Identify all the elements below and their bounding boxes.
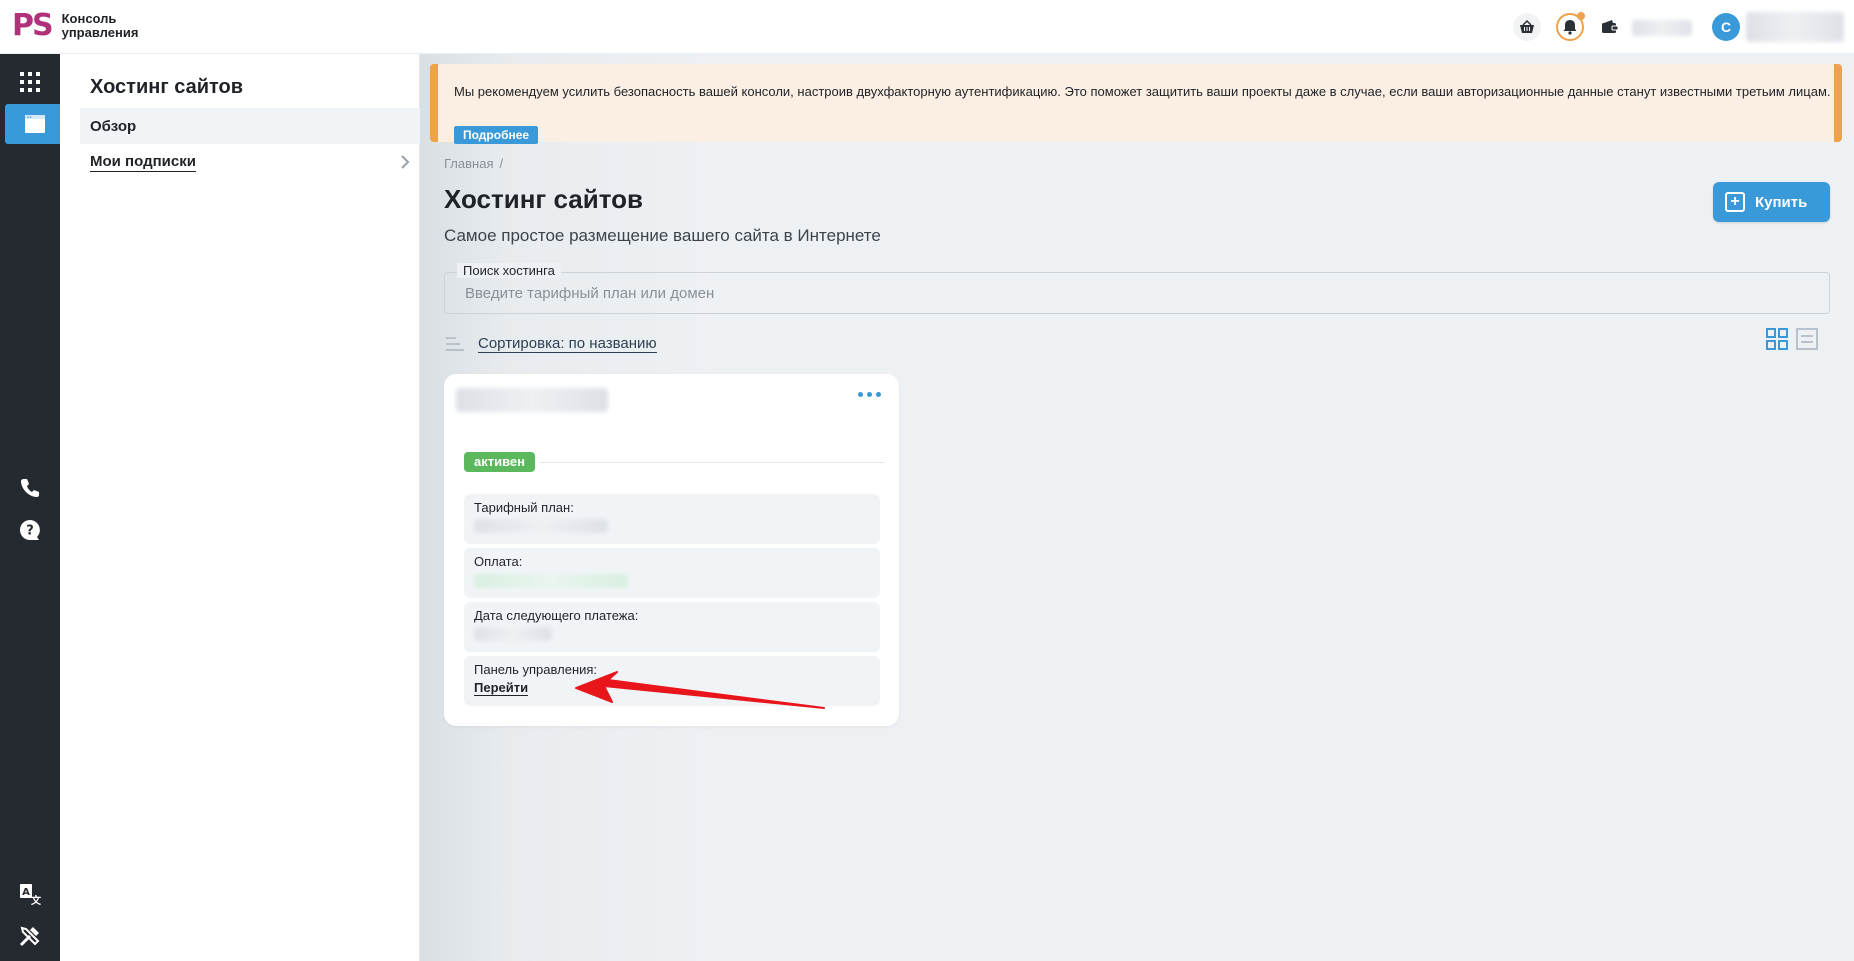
breadcrumb-separator: / bbox=[499, 156, 504, 171]
sidebar-item-overview[interactable]: Обзор bbox=[80, 108, 420, 144]
field-label: Тарифный план: bbox=[474, 500, 574, 515]
svg-text:A: A bbox=[22, 887, 30, 898]
search-input[interactable] bbox=[445, 273, 1829, 313]
logo-mark: PS bbox=[12, 8, 54, 43]
security-alert: Мы рекомендуем усилить безопасность ваше… bbox=[430, 64, 1842, 142]
sidebar-title: Хостинг сайтов bbox=[90, 76, 244, 98]
avatar[interactable]: С bbox=[1712, 13, 1740, 41]
icon-rail: ? A文 bbox=[0, 54, 65, 961]
tariff-plan-field: Тарифный план: bbox=[464, 494, 880, 544]
secondary-sidebar: Хостинг сайтов Обзор Мои подписки bbox=[60, 54, 420, 961]
alert-text: Мы рекомендуем усилить безопасность ваше… bbox=[454, 84, 1831, 99]
list-view-icon[interactable] bbox=[1796, 328, 1818, 355]
field-label: Дата следующего платежа: bbox=[474, 608, 639, 623]
more-options-icon[interactable] bbox=[858, 392, 881, 397]
logo-line-1: Консоль bbox=[61, 11, 117, 26]
sidebar-item-label: Обзор bbox=[90, 117, 137, 135]
goto-control-panel-link[interactable]: Перейти bbox=[474, 680, 529, 696]
hosting-card: активен Тарифный план: Оплата: Дата след… bbox=[444, 374, 899, 726]
basket-icon[interactable] bbox=[1513, 13, 1541, 41]
hosting-name-redacted[interactable] bbox=[456, 388, 608, 412]
wallet-icon[interactable] bbox=[1596, 13, 1624, 41]
breadcrumb: Главная / bbox=[444, 156, 503, 171]
logo-text: Консоль управления bbox=[62, 12, 139, 40]
buy-button-label: Купить bbox=[1755, 193, 1808, 211]
svg-text:文: 文 bbox=[31, 894, 41, 905]
more-info-button[interactable]: Подробнее bbox=[454, 126, 539, 144]
sort-label[interactable]: Сортировка: по названию bbox=[478, 335, 657, 353]
main-content: Мы рекомендуем усилить безопасность ваше… bbox=[420, 54, 1854, 961]
next-payment-value-redacted bbox=[474, 627, 552, 641]
notification-dot bbox=[1577, 12, 1585, 20]
phone-icon[interactable] bbox=[0, 468, 60, 508]
help-icon[interactable]: ? bbox=[0, 510, 60, 550]
tariff-plan-value-redacted bbox=[474, 519, 608, 533]
control-panel-field: Панель управления: Перейти bbox=[464, 656, 880, 706]
buy-button[interactable]: + Купить bbox=[1713, 182, 1830, 222]
sort-control[interactable]: Сортировка: по названию bbox=[444, 330, 657, 358]
translate-icon[interactable]: A文 bbox=[0, 874, 60, 914]
page-subtitle: Самое простое размещение вашего сайта в … bbox=[444, 226, 881, 245]
svg-text:?: ? bbox=[26, 524, 34, 539]
search-field: Поиск хостинга bbox=[444, 263, 1830, 314]
payment-value-redacted bbox=[474, 574, 628, 588]
divider bbox=[540, 462, 884, 463]
tools-icon[interactable] bbox=[0, 916, 60, 956]
hosting-window-icon[interactable] bbox=[5, 104, 65, 144]
sort-icon bbox=[446, 337, 464, 351]
balance-value-redacted bbox=[1632, 20, 1692, 36]
plus-icon: + bbox=[1725, 192, 1745, 212]
field-label: Панель управления: bbox=[474, 662, 598, 677]
payment-field: Оплата: bbox=[464, 548, 880, 598]
grid-view-icon[interactable] bbox=[1766, 328, 1788, 355]
field-label: Оплата: bbox=[474, 554, 523, 569]
bell-icon[interactable] bbox=[1556, 12, 1585, 41]
top-header: PS Консоль управления С bbox=[0, 0, 1854, 54]
account-name-redacted[interactable] bbox=[1746, 12, 1844, 42]
next-payment-field: Дата следующего платежа: bbox=[464, 602, 880, 652]
breadcrumb-home[interactable]: Главная bbox=[444, 156, 493, 171]
status-badge: активен bbox=[464, 452, 535, 472]
logo-line-2: управления bbox=[61, 25, 139, 40]
chevron-right-icon bbox=[401, 155, 410, 169]
apps-grid-icon[interactable] bbox=[0, 62, 60, 102]
sidebar-item-label: Мои подписки bbox=[90, 152, 196, 172]
page-title: Хостинг сайтов bbox=[444, 184, 643, 214]
sidebar-item-subscriptions[interactable]: Мои подписки bbox=[80, 144, 420, 180]
logo[interactable]: PS Консоль управления bbox=[12, 10, 138, 42]
